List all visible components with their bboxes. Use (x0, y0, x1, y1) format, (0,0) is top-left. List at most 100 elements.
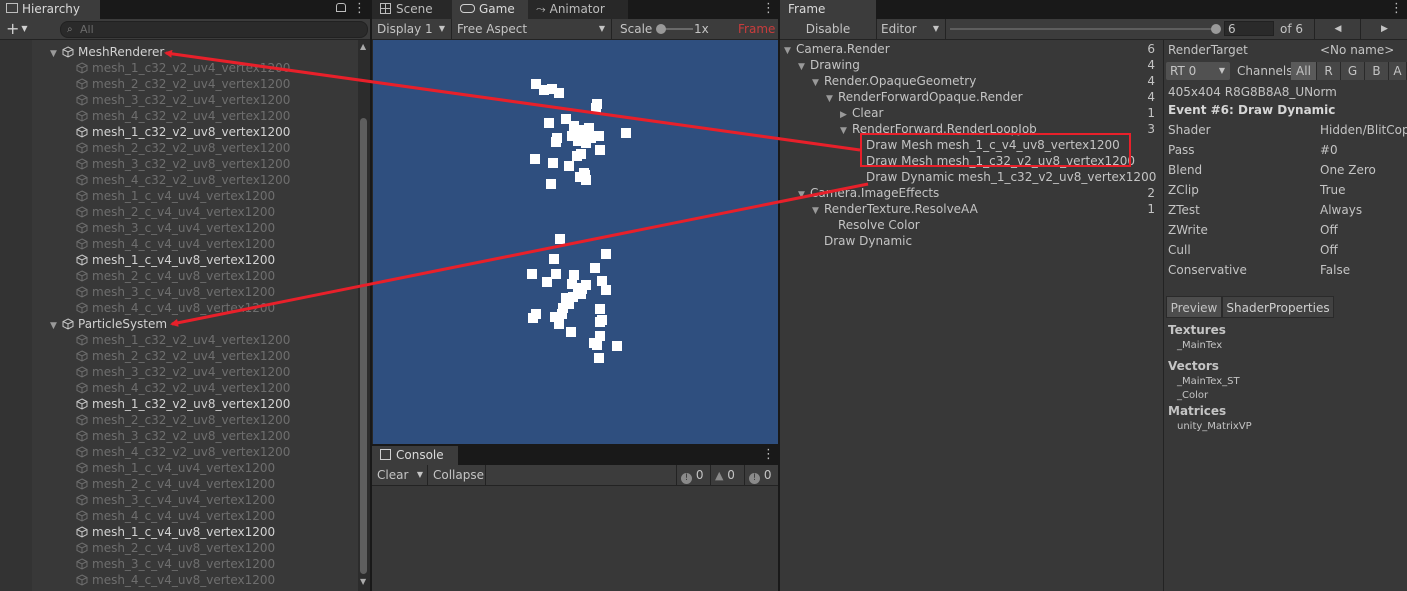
hierarchy-child-row[interactable]: mesh_4_c32_v2_uv4_vertex1200 (76, 380, 290, 396)
particle-sprite (557, 309, 567, 319)
hierarchy-child-label: mesh_1_c_v4_uv4_vertex1200 (92, 461, 276, 475)
display-label: Display 1 (377, 22, 433, 36)
game-menu-icon[interactable]: ⋮ (762, 2, 775, 16)
hierarchy-child-row[interactable]: mesh_2_c32_v2_uv8_vertex1200 (76, 140, 290, 156)
hierarchy-child-row[interactable]: mesh_4_c_v4_uv8_vertex1200 (76, 300, 275, 316)
frame-event-row[interactable]: ▼ RenderTexture.ResolveAA 1 (780, 201, 1163, 217)
hierarchy-child-row[interactable]: mesh_3_c32_v2_uv8_vertex1200 (76, 428, 290, 444)
frame-event-row[interactable]: ▶ Clear 1 (780, 105, 1163, 121)
frame-debug-toggle[interactable]: Frame (738, 19, 775, 39)
hierarchy-child-row[interactable]: mesh_3_c32_v2_uv4_vertex1200 (76, 92, 290, 108)
hierarchy-child-row[interactable]: mesh_2_c32_v2_uv4_vertex1200 (76, 76, 290, 92)
scroll-down-arrow[interactable]: ▼ (360, 577, 366, 586)
tree-row-particlesystem[interactable]: ▼ ParticleSystem (50, 316, 167, 332)
hierarchy-child-row[interactable]: mesh_1_c_v4_uv8_vertex1200 (76, 252, 275, 268)
frame-event-row[interactable]: ▼ Drawing 4 (780, 57, 1163, 73)
gameobject-cube-icon (76, 478, 88, 490)
frame-event-row[interactable]: ▼ RenderForwardOpaque.Render 4 (780, 89, 1163, 105)
hierarchy-child-row[interactable]: mesh_4_c_v4_uv4_vertex1200 (76, 236, 275, 252)
channel-button-a[interactable]: A (1389, 62, 1407, 80)
hierarchy-child-row[interactable]: mesh_2_c32_v2_uv4_vertex1200 (76, 348, 290, 364)
hierarchy-child-row[interactable]: mesh_4_c32_v2_uv8_vertex1200 (76, 172, 290, 188)
tab-hierarchy[interactable]: Hierarchy (0, 0, 100, 19)
frame-event-row[interactable]: Resolve Color (780, 217, 1163, 233)
render-target-label: RenderTarget (1168, 43, 1248, 57)
next-event-button[interactable]: ▶ (1360, 19, 1407, 39)
frame-event-row[interactable]: ▼ Camera.Render 6 (780, 41, 1163, 57)
hierarchy-child-row[interactable]: mesh_2_c32_v2_uv8_vertex1200 (76, 412, 290, 428)
collapse-button[interactable]: Collapse (428, 465, 486, 485)
tab-console[interactable]: Console (372, 446, 458, 465)
frame-event-row[interactable]: ▼ Camera.ImageEffects 2 (780, 185, 1163, 201)
hierarchy-child-row[interactable]: mesh_1_c32_v2_uv8_vertex1200 (76, 396, 290, 412)
hierarchy-child-row[interactable]: mesh_3_c32_v2_uv4_vertex1200 (76, 364, 290, 380)
prev-event-button[interactable]: ◀ (1314, 19, 1361, 39)
channel-button-b[interactable]: B (1365, 62, 1389, 80)
hierarchy-child-row[interactable]: mesh_3_c_v4_uv4_vertex1200 (76, 492, 275, 508)
hierarchy-child-row[interactable]: mesh_3_c_v4_uv4_vertex1200 (76, 220, 275, 236)
console-menu-icon[interactable]: ⋮ (762, 448, 775, 462)
hierarchy-child-row[interactable]: mesh_3_c_v4_uv8_vertex1200 (76, 556, 275, 572)
hierarchy-child-row[interactable]: mesh_3_c_v4_uv8_vertex1200 (76, 284, 275, 300)
hierarchy-child-label: mesh_2_c_v4_uv4_vertex1200 (92, 477, 276, 491)
gameobject-cube-icon (76, 542, 88, 554)
frame-event-row[interactable]: Draw Dynamic mesh_1_c32_v2_uv8_vertex120… (780, 169, 1163, 185)
warning-toggle[interactable]: ▲ 0 (710, 465, 744, 485)
hierarchy-child-row[interactable]: mesh_2_c_v4_uv4_vertex1200 (76, 476, 275, 492)
hierarchy-child-row[interactable]: mesh_2_c_v4_uv4_vertex1200 (76, 204, 275, 220)
channel-button-g[interactable]: G (1341, 62, 1365, 80)
channel-button-all[interactable]: All (1291, 62, 1317, 80)
hierarchy-child-row[interactable]: mesh_4_c32_v2_uv8_vertex1200 (76, 444, 290, 460)
hierarchy-child-row[interactable]: mesh_1_c32_v2_uv4_vertex1200 (76, 332, 290, 348)
event-slider[interactable] (950, 24, 1221, 34)
display-dropdown[interactable]: Display 1 ▼ (372, 19, 452, 39)
tab-game[interactable]: Game (452, 0, 528, 19)
event-slider-thumb[interactable] (1211, 24, 1221, 34)
add-button[interactable]: + ▼ (6, 20, 32, 37)
search-input[interactable]: ⌕ All (60, 21, 368, 38)
frame-event-row[interactable]: Draw Dynamic (780, 233, 1163, 249)
hierarchy-child-row[interactable]: mesh_4_c_v4_uv4_vertex1200 (76, 508, 275, 524)
hierarchy-child-row[interactable]: mesh_1_c_v4_uv4_vertex1200 (76, 188, 275, 204)
rt-select[interactable]: RT 0 ▼ (1166, 62, 1230, 80)
hierarchy-child-row[interactable]: mesh_2_c_v4_uv8_vertex1200 (76, 540, 275, 556)
clear-button[interactable]: Clear ▼ (372, 465, 428, 485)
hierarchy-child-row[interactable]: mesh_1_c_v4_uv8_vertex1200 (76, 524, 275, 540)
hierarchy-child-label: mesh_3_c32_v2_uv4_vertex1200 (92, 365, 291, 379)
frame-event-label: Resolve Color (838, 218, 920, 232)
event-number-input[interactable]: 6 (1224, 21, 1274, 36)
hierarchy-child-row[interactable]: mesh_3_c32_v2_uv8_vertex1200 (76, 156, 290, 172)
tab-scene[interactable]: Scene (372, 0, 452, 19)
hierarchy-child-row[interactable]: mesh_4_c_v4_uv8_vertex1200 (76, 572, 275, 588)
scale-slider-thumb[interactable] (656, 24, 666, 34)
tab-frame-debug[interactable]: Frame Debug (780, 0, 876, 35)
tab-shader-properties[interactable]: ShaderProperties (1222, 296, 1334, 318)
game-viewport[interactable] (373, 40, 778, 444)
lock-icon[interactable] (336, 3, 346, 12)
tab-preview[interactable]: Preview (1166, 296, 1222, 318)
scale-slider[interactable] (656, 24, 693, 34)
hierarchy-scrollbar[interactable]: ▲ ▼ (358, 40, 370, 591)
frame-event-label: Camera.ImageEffects (810, 186, 940, 200)
tree-row-meshrenderer[interactable]: ▼ MeshRenderer (50, 44, 164, 60)
hierarchy-menu-icon[interactable]: ⋮ (353, 2, 366, 16)
target-dropdown[interactable]: Editor ▼ (876, 19, 946, 39)
hierarchy-child-row[interactable]: mesh_4_c32_v2_uv4_vertex1200 (76, 108, 290, 124)
hierarchy-child-row[interactable]: mesh_1_c32_v2_uv8_vertex1200 (76, 124, 290, 140)
frame-event-row[interactable]: ▼ Render.OpaqueGeometry 4 (780, 73, 1163, 89)
game-toolbar: Display 1 ▼ Free Aspect ▼ Scale 1x Frame (372, 19, 778, 40)
hierarchy-child-row[interactable]: mesh_1_c_v4_uv4_vertex1200 (76, 460, 275, 476)
error-toggle[interactable]: ! 0 (744, 465, 778, 485)
particle-sprite (530, 154, 540, 164)
scroll-thumb[interactable] (360, 118, 367, 574)
particle-sprite (592, 340, 602, 350)
aspect-dropdown[interactable]: Free Aspect ▼ (452, 19, 612, 39)
scroll-up-arrow[interactable]: ▲ (360, 42, 366, 51)
disable-button[interactable]: Disable (780, 19, 877, 39)
hierarchy-child-row[interactable]: mesh_2_c_v4_uv8_vertex1200 (76, 268, 275, 284)
channel-button-r[interactable]: R (1317, 62, 1341, 80)
tab-animator[interactable]: ⤳ Animator (528, 0, 628, 19)
info-toggle[interactable]: ! 0 (676, 465, 710, 485)
hierarchy-child-row[interactable]: mesh_1_c32_v2_uv4_vertex1200 (76, 60, 290, 76)
frame-debug-menu-icon[interactable]: ⋮ (1390, 2, 1403, 16)
